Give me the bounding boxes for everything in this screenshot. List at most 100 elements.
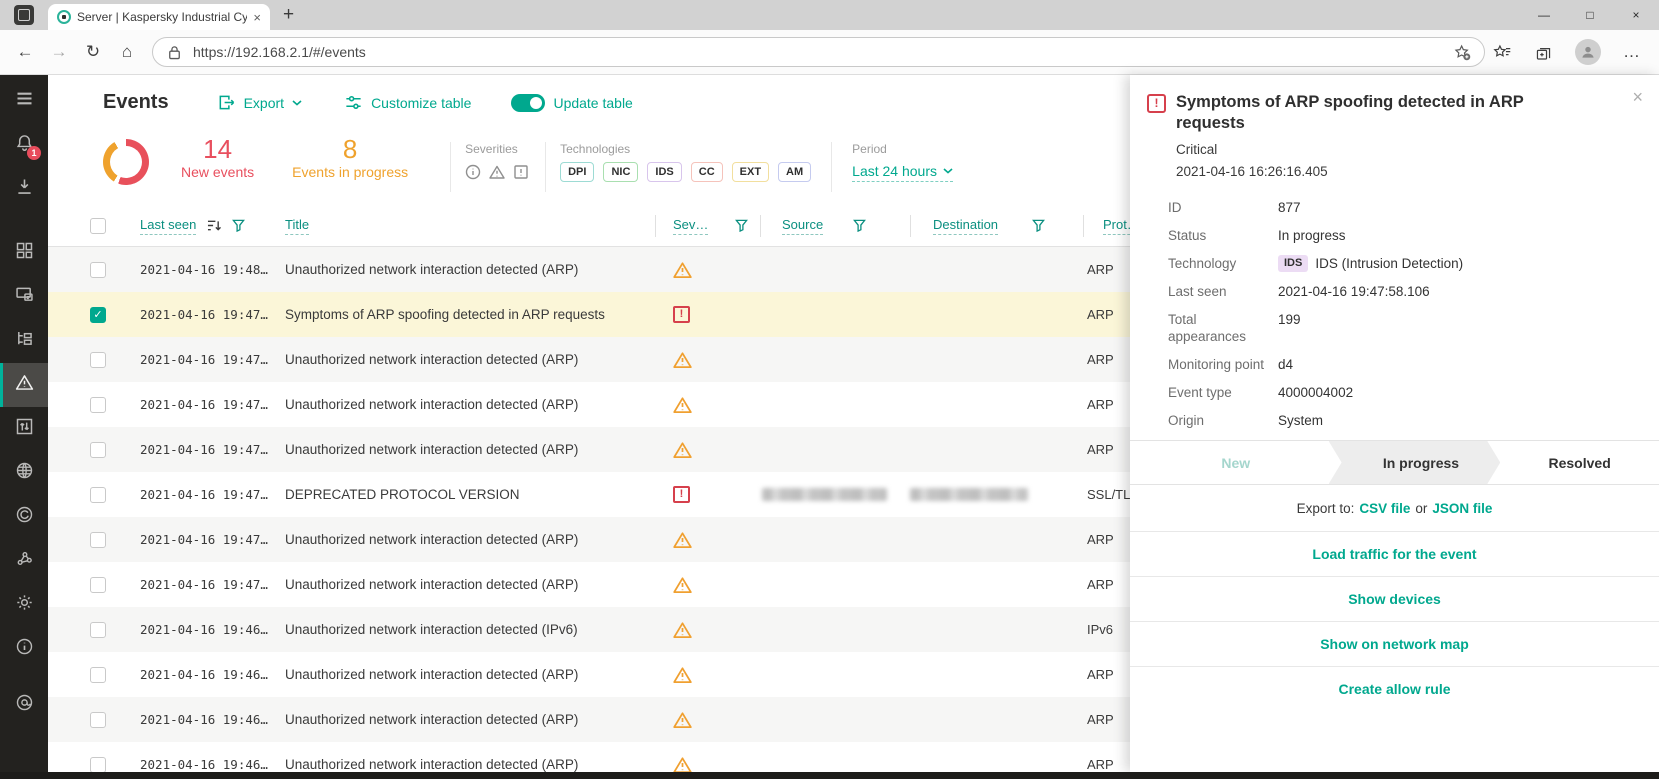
row-checkbox[interactable] <box>90 487 106 503</box>
sidebar-item-events[interactable] <box>0 363 48 407</box>
toggle-on-icon[interactable] <box>511 94 545 112</box>
last-seen-cell: 2021-04-16 19:47… <box>140 532 268 547</box>
row-checkbox[interactable] <box>90 532 106 548</box>
sidebar-item-process-control[interactable] <box>0 319 48 363</box>
protocol-cell: ARP <box>1087 352 1114 367</box>
row-checkbox[interactable] <box>90 397 106 413</box>
tech-badge-ext[interactable]: EXT <box>732 162 769 182</box>
profile-icon[interactable] <box>1575 39 1601 65</box>
refresh-icon[interactable]: ↻ <box>76 42 110 62</box>
sidebar-item-menu[interactable] <box>0 79 48 123</box>
row-checkbox[interactable] <box>90 577 106 593</box>
sidebar-item-about[interactable] <box>0 627 48 671</box>
row-checkbox[interactable] <box>90 352 106 368</box>
row-checkbox[interactable] <box>90 757 106 773</box>
column-destination[interactable]: Destination <box>910 217 1083 235</box>
star-add-icon[interactable] <box>1453 43 1472 62</box>
create-allow-rule-button[interactable]: Create allow rule <box>1130 666 1659 711</box>
favorites-bar-icon[interactable] <box>1493 43 1512 62</box>
sort-desc-icon[interactable] <box>206 219 222 232</box>
close-icon[interactable]: × <box>1632 87 1643 108</box>
sidebar-item-traffic[interactable] <box>0 407 48 451</box>
tech-badge-cc[interactable]: CC <box>691 162 723 182</box>
select-all-checkbox[interactable] <box>90 218 106 234</box>
account-icon <box>14 692 35 718</box>
sidebar-item-dashboard[interactable] <box>0 231 48 275</box>
window-minimize-button[interactable]: — <box>1521 0 1567 30</box>
filter-icon[interactable] <box>232 219 245 232</box>
period-dropdown[interactable]: Last 24 hours <box>852 163 953 182</box>
tab-actions-icon[interactable] <box>14 5 34 25</box>
tech-badge-nic[interactable]: NIC <box>603 162 638 182</box>
sidebar-item-devices[interactable] <box>0 275 48 319</box>
update-table-toggle[interactable]: Update table <box>511 94 632 112</box>
back-icon[interactable]: ← <box>8 42 42 62</box>
in-progress-stat: 8 Events in progress <box>292 136 408 180</box>
status-step-new[interactable]: New <box>1130 441 1342 484</box>
filter-icon[interactable] <box>735 219 748 232</box>
info-icon[interactable] <box>465 164 481 180</box>
detail-field: ID877 <box>1168 199 1659 216</box>
row-checkbox[interactable] <box>90 622 106 638</box>
row-checkbox[interactable]: ✓ <box>90 307 106 323</box>
redacted-source <box>762 488 887 501</box>
sidebar-item-settings[interactable] <box>0 583 48 627</box>
address-bar[interactable]: https://192.168.2.1/#/events <box>152 37 1485 67</box>
show-devices-button[interactable]: Show devices <box>1130 576 1659 621</box>
more-icon[interactable]: … <box>1623 42 1641 62</box>
column-source[interactable]: Source <box>760 217 910 235</box>
show-on-network-map-button[interactable]: Show on network map <box>1130 621 1659 666</box>
home-icon[interactable]: ⌂ <box>110 42 144 62</box>
json-file-link[interactable]: JSON file <box>1432 501 1492 516</box>
sidebar-item-downloads[interactable] <box>0 167 48 211</box>
sidebar-item-account[interactable] <box>0 683 48 727</box>
filter-icon[interactable] <box>853 219 866 232</box>
sidebar-item-notifications[interactable]: 1 <box>0 123 48 167</box>
detail-field: Last seen2021-04-16 19:47:58.106 <box>1168 283 1659 300</box>
protocol-cell: ARP <box>1087 442 1114 457</box>
traffic-icon <box>14 416 35 442</box>
export-button[interactable]: Export <box>217 93 302 112</box>
row-checkbox[interactable] <box>90 262 106 278</box>
tech-badge-dpi[interactable]: DPI <box>560 162 594 182</box>
column-title[interactable]: Title <box>285 217 655 235</box>
window-maximize-button[interactable]: □ <box>1567 0 1613 30</box>
sidebar-item-network-map[interactable] <box>0 451 48 495</box>
load-traffic-for-the-event-button[interactable]: Load traffic for the event <box>1130 531 1659 576</box>
customize-table-button[interactable]: Customize table <box>344 93 471 112</box>
warning-icon[interactable] <box>489 164 505 180</box>
protocol-cell: IPv6 <box>1087 622 1113 637</box>
column-severity[interactable]: Sev… <box>655 217 760 235</box>
forward-icon[interactable]: → <box>42 42 76 62</box>
field-value: System <box>1278 412 1323 429</box>
row-checkbox[interactable] <box>90 712 106 728</box>
window-close-button[interactable]: × <box>1613 0 1659 30</box>
status-step-in-progress[interactable]: In progress <box>1329 441 1501 484</box>
filter-icon[interactable] <box>1032 219 1045 232</box>
protocol-cell: ARP <box>1087 712 1114 727</box>
new-tab-button[interactable]: + <box>283 7 294 23</box>
row-checkbox[interactable] <box>90 442 106 458</box>
collections-icon[interactable] <box>1534 43 1553 62</box>
url-text[interactable]: https://192.168.2.1/#/events <box>193 44 1453 60</box>
column-last-seen[interactable]: Last seen <box>140 217 285 235</box>
critical-severity-icon: ! <box>673 486 690 503</box>
tab-close-icon[interactable]: × <box>253 11 261 24</box>
detail-field: Monitoring pointd4 <box>1168 356 1659 373</box>
menu-icon <box>14 88 35 114</box>
sidebar-item-network-control[interactable] <box>0 539 48 583</box>
title-cell: DEPRECATED PROTOCOL VERSION <box>285 487 520 502</box>
sidebar-item-vulnerabilities[interactable] <box>0 495 48 539</box>
browser-tab[interactable]: Server | Kaspersky Industrial Cyb × <box>48 4 270 30</box>
critical-severity-icon: ! <box>1147 94 1166 113</box>
sliders-icon <box>344 93 363 112</box>
panel-actions: Load traffic for the eventShow devicesSh… <box>1130 531 1659 711</box>
row-checkbox[interactable] <box>90 667 106 683</box>
tech-badge-ids[interactable]: IDS <box>647 162 681 182</box>
warning-severity-icon <box>673 396 692 414</box>
status-step-resolved[interactable]: Resolved <box>1500 441 1659 484</box>
tech-badge-am[interactable]: AM <box>778 162 811 182</box>
network-map-icon <box>14 460 35 486</box>
csv-file-link[interactable]: CSV file <box>1359 501 1410 516</box>
critical-icon[interactable] <box>513 164 529 180</box>
